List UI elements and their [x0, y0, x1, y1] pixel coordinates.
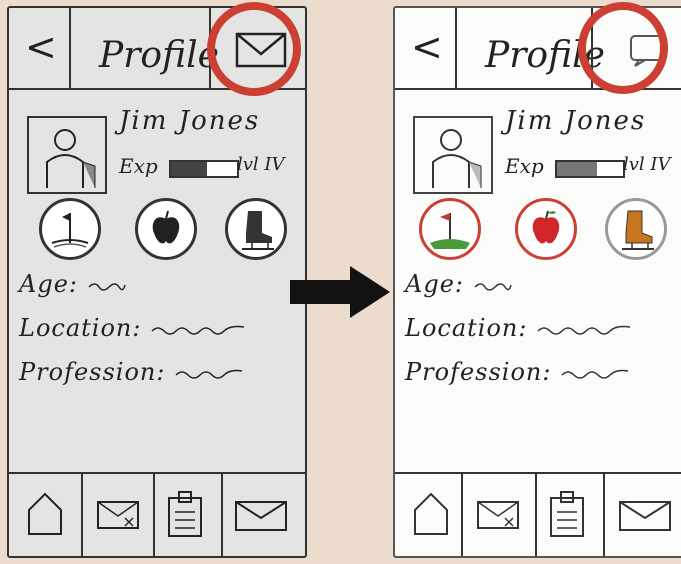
profession-label: Profession:	[19, 358, 166, 386]
transition-arrow	[290, 266, 390, 318]
message-card-icon[interactable]	[95, 488, 141, 538]
level-label: lvl IV	[623, 154, 671, 175]
placeholder-scribble	[175, 369, 243, 379]
ice-skate-icon[interactable]	[605, 198, 667, 260]
badge-row	[39, 198, 295, 262]
exp-bar-fill	[171, 162, 208, 176]
user-name: Jim Jones	[505, 106, 647, 136]
divider	[603, 474, 605, 556]
exp-label: Exp	[505, 154, 544, 178]
message-card-icon[interactable]	[475, 488, 521, 538]
placeholder-scribble	[151, 325, 245, 335]
age-field: Age:	[19, 270, 127, 298]
ice-skate-icon[interactable]	[225, 198, 287, 260]
clipboard-icon[interactable]	[163, 488, 207, 538]
mail-icon[interactable]	[617, 488, 673, 538]
location-field: Location:	[19, 314, 246, 342]
placeholder-scribble	[561, 369, 629, 379]
divider	[81, 474, 83, 556]
avatar	[27, 116, 107, 194]
age-label: Age:	[405, 270, 464, 298]
profession-label: Profession:	[405, 358, 552, 386]
divider	[221, 474, 223, 556]
divider	[535, 474, 537, 556]
profession-field: Profession:	[405, 358, 630, 386]
back-button[interactable]: <	[411, 28, 443, 66]
placeholder-scribble	[88, 282, 126, 291]
bottom-nav	[9, 472, 305, 556]
person-icon	[432, 129, 482, 188]
golf-flag-icon[interactable]	[39, 198, 101, 260]
location-field: Location:	[405, 314, 632, 342]
age-label: Age:	[19, 270, 78, 298]
avatar	[413, 116, 493, 194]
age-field: Age:	[405, 270, 513, 298]
divider	[461, 474, 463, 556]
highlight-circle	[207, 2, 301, 96]
exp-bar-fill	[557, 162, 597, 176]
location-label: Location:	[405, 314, 528, 342]
level-label: lvl IV	[237, 154, 285, 175]
home-icon[interactable]	[25, 488, 65, 538]
back-button[interactable]: <	[25, 28, 57, 66]
exp-label: Exp	[119, 154, 158, 178]
profession-field: Profession:	[19, 358, 244, 386]
exp-bar	[555, 160, 625, 178]
apple-icon[interactable]	[515, 198, 577, 260]
highlight-circle	[578, 2, 668, 94]
experience-row: Exp lvl IV	[505, 154, 681, 180]
placeholder-scribble	[474, 282, 512, 291]
divider	[455, 8, 457, 88]
divider	[153, 474, 155, 556]
divider	[69, 8, 71, 88]
placeholder-scribble	[537, 325, 631, 335]
exp-bar	[169, 160, 239, 178]
badge-row	[419, 198, 675, 262]
home-icon[interactable]	[411, 488, 451, 538]
location-label: Location:	[19, 314, 142, 342]
experience-row: Exp lvl IV	[119, 154, 299, 180]
golf-flag-icon[interactable]	[419, 198, 481, 260]
clipboard-icon[interactable]	[545, 488, 589, 538]
person-icon	[46, 129, 96, 188]
apple-icon[interactable]	[135, 198, 197, 260]
bottom-nav	[395, 472, 681, 556]
page-title: Profile	[99, 35, 219, 76]
mail-icon[interactable]	[233, 488, 289, 538]
user-name: Jim Jones	[119, 106, 261, 136]
